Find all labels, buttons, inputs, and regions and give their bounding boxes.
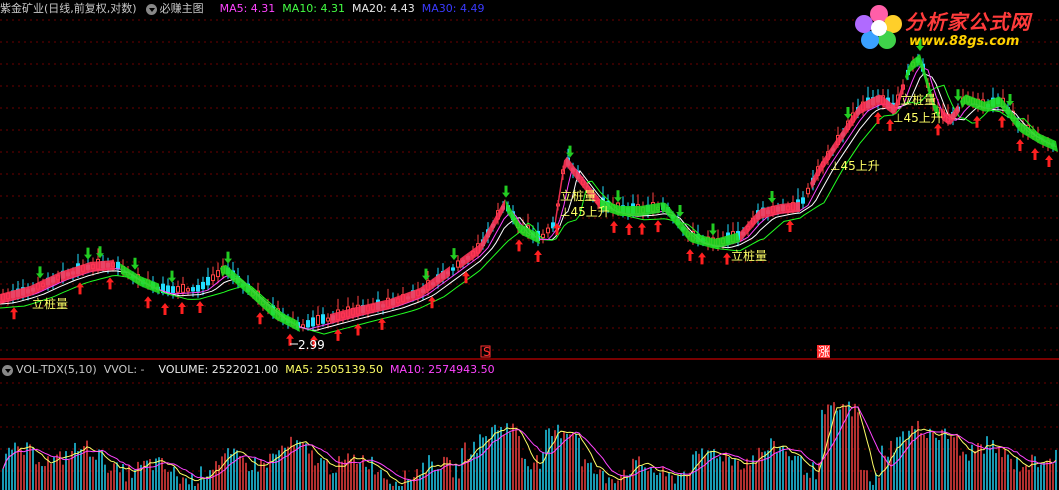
trend-ribbon xyxy=(120,263,160,294)
buy-arrow-icon xyxy=(686,249,694,261)
flower-logo-icon xyxy=(855,5,902,49)
vol-indicator-name[interactable]: VOL-TDX(5,10) xyxy=(16,361,97,379)
buy-arrow-icon xyxy=(698,252,706,265)
sell-arrow-icon xyxy=(709,223,717,236)
sell-arrow-icon xyxy=(768,191,776,203)
s-marker: S xyxy=(483,345,491,358)
indicator-name[interactable]: 必赚主图 xyxy=(160,0,204,18)
vol-ma10-value: MA10: 2574943.50 xyxy=(389,363,495,376)
trend-ribbon xyxy=(60,260,115,282)
pile-volume-label: 立桩量 xyxy=(900,92,936,107)
sell-arrow-icon xyxy=(422,268,430,281)
rise-45-label: ⊥45上升 xyxy=(893,111,943,125)
candle-body xyxy=(191,287,195,292)
volume-ma10-line xyxy=(2,406,1057,482)
candle-body xyxy=(306,320,310,328)
pile-volume-label: 立桩量 xyxy=(560,188,596,203)
candle-body xyxy=(196,285,200,292)
buy-arrow-icon xyxy=(610,220,618,233)
sell-arrow-icon xyxy=(954,89,962,102)
candle-body xyxy=(321,314,325,324)
zhang-marker: 涨 xyxy=(818,344,830,358)
buy-arrow-icon xyxy=(998,115,1006,128)
buy-arrow-icon xyxy=(256,312,264,325)
buy-arrow-icon xyxy=(1016,139,1024,151)
candle-body xyxy=(181,283,185,293)
candle-body xyxy=(216,270,220,278)
price-chart-pane[interactable]: 立桩量 立桩量 立桩量 立桩量 ⊥45上升 ⊥45上升 ⊥45上升 2.99 S 涨 紫金矿业(日… xyxy=(0,0,1059,358)
buy-arrow-icon xyxy=(1045,155,1053,167)
buy-arrow-icon xyxy=(934,123,942,136)
main-chart-header: 紫金矿业(日线,前复权,对数) 必赚主图 MA5: 4.31 MA10: 4.3… xyxy=(0,0,491,18)
buy-arrow-icon xyxy=(10,307,18,320)
rise-45-label: ⊥45上升 xyxy=(560,205,610,219)
buy-arrow-icon xyxy=(654,220,662,233)
pile-volume-label: 立桩量 xyxy=(32,296,68,311)
indicator-menu-icon[interactable] xyxy=(145,3,157,15)
pane-divider[interactable] xyxy=(0,358,1059,360)
candle-body xyxy=(311,317,315,327)
buy-arrow-icon xyxy=(786,220,794,232)
sell-arrow-icon xyxy=(676,205,684,217)
stock-title: 紫金矿业(日线,前复权,对数) xyxy=(0,2,137,15)
pile-volume-label: 立桩量 xyxy=(731,248,767,263)
buy-arrow-icon xyxy=(638,222,646,235)
buy-arrow-icon xyxy=(161,303,169,315)
volume-chart-pane[interactable]: VOL-TDX(5,10) VVOL: - VOLUME: 2522021.00… xyxy=(0,361,1059,490)
logo-title: 分析家公式网 xyxy=(905,10,1031,34)
candle-body xyxy=(546,227,550,234)
buy-arrow-icon xyxy=(428,296,436,309)
candle-body xyxy=(201,281,205,290)
buy-arrow-icon xyxy=(723,252,731,265)
volume-menu-icon[interactable] xyxy=(2,364,13,376)
vvol-value: VVOL: - xyxy=(103,363,145,376)
candle-body xyxy=(806,187,810,195)
candle-body xyxy=(211,274,215,282)
candle-body xyxy=(326,317,330,322)
ma30-value: MA30: 4.49 xyxy=(421,2,485,15)
sell-arrow-icon xyxy=(168,270,176,283)
logo-url: www.88gs.com xyxy=(909,34,1020,49)
buy-arrow-icon xyxy=(534,250,542,262)
sell-arrow-icon xyxy=(566,145,574,158)
sell-arrow-icon xyxy=(450,248,458,261)
candle-body xyxy=(176,286,180,293)
sell-arrow-icon xyxy=(84,247,92,260)
candle-body xyxy=(206,276,210,286)
buy-arrow-icon xyxy=(973,115,981,128)
candle-body xyxy=(186,288,190,292)
ma5-value: MA5: 4.31 xyxy=(219,2,276,15)
ma10-value: MA10: 4.31 xyxy=(282,2,346,15)
buy-arrow-icon xyxy=(178,302,186,315)
sell-arrow-icon xyxy=(502,185,510,198)
buy-arrow-icon xyxy=(515,239,523,252)
buy-arrow-icon xyxy=(196,301,204,313)
candle-body xyxy=(801,197,805,204)
sell-arrow-icon xyxy=(844,107,852,119)
site-logo: 分析家公式网 www.88gs.com xyxy=(853,2,1053,54)
trend-ribbon xyxy=(330,266,450,324)
candle-body xyxy=(456,260,460,268)
ma20-value: MA20: 4.43 xyxy=(352,2,415,15)
volume-value: VOLUME: 2522021.00 xyxy=(158,363,279,376)
volume-chart[interactable] xyxy=(0,361,1059,490)
candle-body xyxy=(316,314,320,326)
volume-ma5-line xyxy=(2,405,1057,485)
vol-ma5-value: MA5: 2505139.50 xyxy=(285,363,383,376)
rise-45-label: ⊥45上升 xyxy=(830,159,880,173)
candle-body xyxy=(116,261,120,270)
candle-body xyxy=(541,233,545,239)
volume-chart-header: VOL-TDX(5,10) VVOL: - VOLUME: 2522021.00… xyxy=(0,361,502,379)
low-price-label: 2.99 xyxy=(298,338,325,352)
buy-arrow-icon xyxy=(1031,148,1039,160)
trend-ribbon xyxy=(810,82,905,190)
candle-body xyxy=(171,286,175,294)
buy-arrow-icon xyxy=(625,223,633,235)
sell-arrow-icon xyxy=(614,190,622,203)
sell-arrow-icon xyxy=(224,251,232,264)
candle-body xyxy=(451,267,455,271)
buy-arrow-icon xyxy=(106,277,114,290)
sell-arrow-icon xyxy=(36,266,44,279)
